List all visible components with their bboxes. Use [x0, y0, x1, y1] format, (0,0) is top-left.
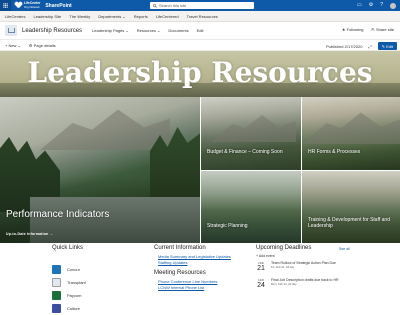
concur-icon — [52, 265, 61, 274]
quick-link-label: Concur — [67, 267, 80, 272]
tile-budget-finance[interactable]: Budget & Finance – Coming Soon — [201, 97, 301, 170]
app-launcher-icon[interactable] — [0, 0, 11, 11]
published-status: Published 2/17/2020 — [325, 43, 363, 49]
hero-banner: Leadership Resources — [0, 51, 400, 97]
landscape-image — [201, 171, 301, 243]
hub-nav-item[interactable]: Reports — [134, 14, 148, 19]
avatar[interactable] — [390, 2, 396, 9]
tile-title: Strategic Planning — [207, 223, 248, 229]
search-input[interactable]: Search this site — [159, 3, 186, 8]
hub-nav-item[interactable]: LifeCentered — [156, 14, 179, 19]
logo-line2: Org Network — [24, 4, 40, 9]
event-time: Fri, Feb 21, All day — [271, 265, 295, 270]
site-nav-documents[interactable]: Documents — [168, 28, 188, 33]
quick-link-paycom[interactable]: Paycom — [52, 289, 86, 302]
meeting-resources-title: Meeting Resources — [154, 270, 206, 276]
site-header: Leadership Resources Leadership Pages ⌄ … — [0, 22, 400, 39]
culture-icon — [52, 304, 61, 313]
landscape-image — [302, 171, 400, 243]
tile-hr-forms[interactable]: HR Forms & Processes — [302, 97, 400, 170]
tile-title: Training & Development for Staff and Lea… — [308, 217, 390, 229]
following-button[interactable]: ★ Following — [342, 27, 364, 32]
add-event-button[interactable]: + Add event — [256, 254, 275, 258]
site-title[interactable]: Leadership Resources — [22, 28, 82, 34]
content-section: Quick Links Concur Transplant Paycom Cul… — [0, 243, 400, 315]
event-date: FEB 21 — [256, 261, 266, 272]
hub-nav-item[interactable]: Leadership Site — [33, 14, 61, 19]
heart-logo-icon — [15, 2, 22, 8]
suite-bar: LifeCenter Org Network SharePoint Search… — [0, 0, 400, 11]
site-nav-resources[interactable]: Resources ⌄ — [137, 28, 161, 33]
current-information-links: Media Summary and Legislative Updates St… — [158, 254, 231, 265]
see-all-link[interactable]: See all — [339, 247, 350, 251]
site-nav-leadership-pages[interactable]: Leadership Pages ⌄ — [92, 28, 129, 33]
event-date: FEB 24 — [256, 278, 266, 289]
paycom-icon — [52, 291, 61, 300]
banner-title: Leadership Resources — [27, 56, 373, 89]
quick-links-title: Quick Links — [52, 245, 84, 251]
help-icon[interactable]: ? — [380, 2, 383, 9]
new-button[interactable]: + New ⌄ — [5, 43, 21, 48]
hub-navigation: LifeCenters Leadership Site The Weekly D… — [0, 11, 400, 22]
share-site-button[interactable]: ⇱ Share site — [372, 27, 394, 32]
link-phone-conference[interactable]: Phone Conference Line Numbers — [158, 279, 217, 285]
lake-shape — [30, 197, 200, 243]
meeting-resources-links: Phone Conference Line Numbers LCNW Inter… — [158, 279, 217, 290]
quick-link-transplant[interactable]: Transplant — [52, 276, 86, 289]
current-information-title: Current Information — [154, 245, 206, 251]
quick-links-list: Concur Transplant Paycom Culture — [52, 263, 86, 315]
event-day: 24 — [257, 282, 265, 289]
gear-icon[interactable]: ⚙ — [369, 2, 373, 9]
page-details-label: Page details — [33, 42, 56, 48]
hub-nav-item[interactable]: LifeCenters — [5, 14, 25, 19]
tile-link[interactable]: Up-to-Date Information → — [6, 232, 53, 236]
search-icon — [153, 3, 157, 8]
event-item[interactable]: FEB 21 Team Rollout of Strategic Action … — [256, 261, 356, 272]
page-details-button[interactable]: ⚙ Page details — [29, 43, 56, 48]
tile-title: Budget & Finance – Coming Soon — [207, 149, 283, 155]
org-logo[interactable]: LifeCenter Org Network — [15, 2, 40, 9]
app-name[interactable]: SharePoint — [45, 3, 71, 9]
tile-title: HR Forms & Processes — [308, 149, 361, 155]
search-box[interactable]: Search this site — [150, 2, 254, 9]
tile-title: Performance Indicators — [6, 209, 110, 220]
link-staffing-updates[interactable]: Staffing Updates — [158, 260, 231, 266]
upcoming-deadlines-title: Upcoming Deadlines — [256, 245, 312, 251]
site-logo-icon[interactable] — [5, 25, 17, 36]
hub-nav-item[interactable]: Departments ⌄ — [98, 14, 125, 19]
tile-strategic-planning[interactable]: Strategic Planning — [201, 171, 301, 243]
quick-link-concur[interactable]: Concur — [52, 263, 86, 276]
command-bar: + New ⌄ ⚙ Page details Published 2/17/20… — [0, 39, 400, 51]
expand-icon[interactable]: ⤢ — [368, 44, 371, 49]
site-nav-edit[interactable]: Edit — [197, 28, 204, 33]
quick-link-label: Transplant — [67, 280, 86, 285]
hub-nav-item[interactable]: Travel Resources — [187, 14, 218, 19]
tile-training-development[interactable]: Training & Development for Staff and Lea… — [302, 171, 400, 243]
event-time: Mon, Feb 24, All day — [271, 282, 297, 287]
link-internal-phone-list[interactable]: LCNW Internal Phone List — [158, 285, 217, 291]
event-day: 21 — [257, 265, 265, 272]
event-item[interactable]: FEB 24 Final Job Description drafts due … — [256, 278, 356, 289]
transplant-icon — [52, 278, 61, 287]
hub-nav-item[interactable]: The Weekly — [69, 14, 90, 19]
edit-button[interactable]: ✎ Edit — [377, 42, 397, 50]
tile-performance-indicators[interactable]: Performance Indicators Up-to-Date Inform… — [0, 97, 200, 243]
hero-web-part: Performance Indicators Up-to-Date Inform… — [0, 97, 400, 243]
quick-link-label: Paycom — [67, 293, 82, 298]
quick-link-label: Culture — [67, 306, 80, 311]
link-media-summary[interactable]: Media Summary and Legislative Updates — [158, 254, 231, 260]
chat-icon[interactable]: ▭ — [357, 2, 362, 9]
quick-link-culture[interactable]: Culture — [52, 302, 86, 315]
